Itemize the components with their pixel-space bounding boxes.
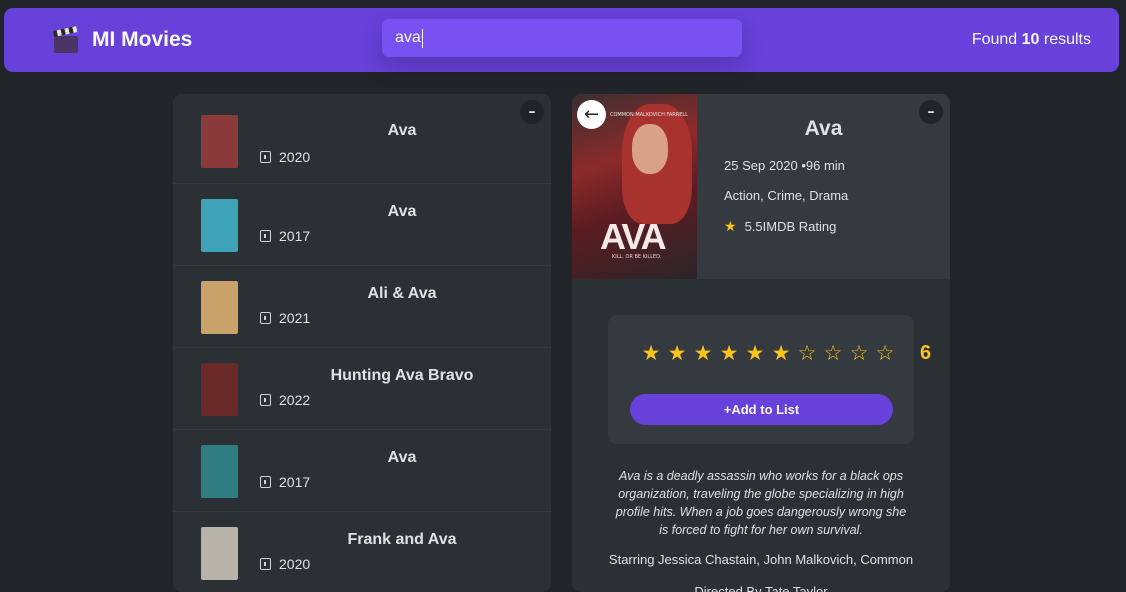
star-filled-icon[interactable]: ★: [665, 341, 689, 365]
movie-item-title: Ava: [387, 203, 417, 220]
star-empty-icon[interactable]: ☆: [847, 341, 871, 365]
movie-poster-thumb: [201, 363, 238, 416]
search-value: ava: [395, 29, 421, 46]
clapperboard-icon: [52, 26, 80, 53]
movie-year: 2017: [279, 228, 311, 244]
star-filled-icon[interactable]: ★: [717, 341, 741, 365]
star-rating[interactable]: ★ ★ ★ ★ ★ ★ ☆ ☆ ☆ ☆: [639, 341, 897, 365]
results-suffix: results: [1039, 31, 1091, 48]
search-input[interactable]: ava: [382, 19, 742, 57]
movie-year: 2022: [279, 392, 311, 408]
star-filled-icon[interactable]: ★: [691, 341, 715, 365]
app-title: MI Movies: [92, 28, 193, 51]
calendar-icon: [260, 312, 271, 324]
movie-list-item[interactable]: Ava 2017: [173, 430, 551, 512]
star-icon: ★: [724, 218, 737, 234]
movie-list-item[interactable]: Hunting Ava Bravo 2022: [173, 348, 551, 430]
movie-item-title: Frank and Ava: [347, 531, 457, 548]
add-to-list-button[interactable]: +Add to List: [630, 394, 893, 425]
movie-list: Ava 2020 Ava 2017 Ali & Ava 2021 Hunting Ava B…: [173, 94, 551, 592]
results-count: Found 10 results: [972, 31, 1091, 49]
star-filled-icon[interactable]: ★: [639, 341, 663, 365]
star-empty-icon[interactable]: ☆: [873, 341, 897, 365]
details-header: ← COMMON MALKOVICH FARRELL AVA KILL. OR …: [572, 94, 950, 279]
movie-item-year: 2017: [260, 228, 310, 244]
starring: Starring Jessica Chastain, John Malkovic…: [608, 552, 914, 567]
star-filled-icon[interactable]: ★: [743, 341, 767, 365]
movie-year: 2017: [279, 474, 311, 490]
director: Directed By Tate Taylor: [694, 584, 828, 592]
movie-year: 2021: [279, 310, 311, 326]
movie-details-box: – ← COMMON MALKOVICH FARRELL AVA KILL. O…: [572, 94, 950, 592]
calendar-icon: [260, 151, 271, 163]
calendar-icon: [260, 476, 271, 488]
movie-list-item[interactable]: Ava 2020: [173, 94, 551, 184]
movie-list-item[interactable]: Ava 2017: [173, 184, 551, 266]
star-empty-icon[interactable]: ☆: [821, 341, 845, 365]
poster-logo: AVA: [600, 216, 667, 257]
star-empty-icon[interactable]: ☆: [795, 341, 819, 365]
movie-item-title: Ava: [387, 122, 417, 139]
movie-item-title: Ava: [387, 449, 417, 466]
movie-year: 2020: [279, 556, 311, 572]
star-filled-icon[interactable]: ★: [769, 341, 793, 365]
collapse-details-button[interactable]: –: [919, 100, 943, 124]
calendar-icon: [260, 230, 271, 242]
movie-poster-thumb: [201, 445, 238, 498]
movie-item-year: 2017: [260, 474, 310, 490]
movie-item-year: 2022: [260, 392, 310, 408]
movie-item-year: 2021: [260, 310, 310, 326]
movie-title: Ava: [804, 117, 843, 140]
movie-list-box: – Ava 2020 Ava 2017 Ali & Ava 2021 Hunting Ava…: [173, 94, 551, 592]
results-number: 10: [1021, 31, 1040, 48]
user-rating-value: 6: [920, 342, 932, 364]
movie-poster-thumb: [201, 199, 238, 252]
poster-credits: COMMON MALKOVICH FARRELL: [610, 112, 688, 118]
rating-card: ★ ★ ★ ★ ★ ★ ☆ ☆ ☆ ☆ 6 +Add to List: [608, 315, 931, 444]
genre-info: Action, Crime, Drama: [724, 188, 849, 203]
movie-year: 2020: [279, 149, 311, 165]
logo: MI Movies: [52, 26, 193, 53]
navbar: MI Movies ava Found 10 results: [4, 8, 1119, 72]
movie-poster-thumb: [201, 281, 238, 334]
release-info: 25 Sep 2020 •96 min: [724, 158, 845, 173]
calendar-icon: [260, 394, 271, 406]
text-caret: [421, 28, 423, 48]
movie-poster-thumb: [201, 115, 238, 168]
movie-item-year: 2020: [260, 556, 310, 572]
movie-item-title: Hunting Ava Bravo: [330, 367, 474, 384]
movie-list-item[interactable]: Frank and Ava 2020: [173, 512, 551, 592]
calendar-icon: [260, 558, 271, 570]
movie-item-year: 2020: [260, 149, 310, 165]
imdb-rating: ★ 5.5IMDB Rating: [724, 218, 836, 235]
back-button[interactable]: ←: [577, 100, 606, 129]
results-prefix: Found: [971, 31, 1022, 48]
imdb-rating-text: 5.5IMDB Rating: [744, 219, 837, 234]
collapse-list-button[interactable]: –: [520, 100, 544, 124]
movie-item-title: Ali & Ava: [367, 285, 437, 302]
movie-list-item[interactable]: Ali & Ava 2021: [173, 266, 551, 348]
movie-poster-thumb: [201, 527, 238, 580]
plot-summary: Ava is a deadly assassin who works for a…: [615, 469, 907, 537]
poster-tagline: KILL. OR BE KILLED.: [612, 254, 662, 260]
